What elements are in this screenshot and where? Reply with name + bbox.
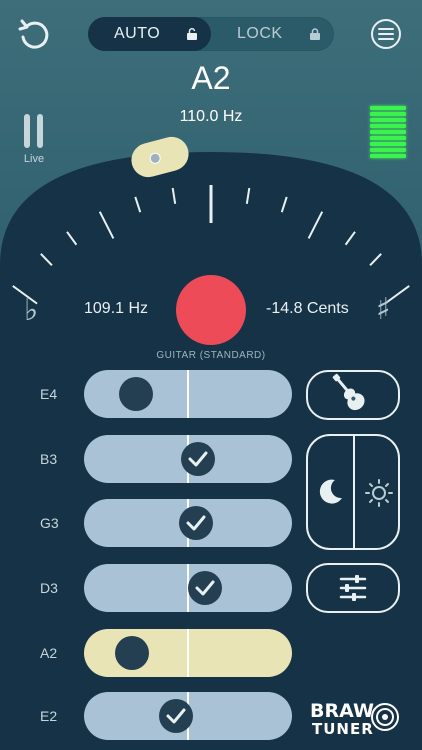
pitch-dot [119,377,153,411]
check-icon [181,442,216,476]
level-meter-bar [370,154,406,158]
dial-tick [280,196,288,213]
lock-icon [310,28,320,40]
pause-button[interactable] [22,112,46,152]
undo-icon [18,19,49,49]
pause-icon [24,114,43,148]
menu-icon [371,19,401,49]
check-icon [158,699,193,733]
level-meter-bar [370,136,406,140]
dial-tick [171,187,177,204]
level-meter-bar [370,118,406,122]
detected-frequency: 109.1 Hz [84,300,149,317]
level-meter-bar [370,124,406,128]
theme-toggle[interactable] [306,434,400,550]
settings-button[interactable] [306,563,400,613]
level-meter [370,106,406,160]
string-label-e4: E4 [40,386,58,402]
theme-divider [353,436,355,548]
mode-auto-label: AUTO [114,25,161,42]
instrument-button[interactable] [306,370,400,420]
sun-icon[interactable] [364,478,394,508]
level-meter-bar [370,142,406,146]
string-center-line [187,370,189,418]
mode-lock-label: LOCK [237,25,283,42]
brand-logo: BRAW TUNER [310,696,400,742]
level-meter-bar [370,106,406,110]
check-icon [187,571,222,605]
target-frequency: 110.0 Hz [179,108,243,125]
mode-toggle: AUTO LOCK [88,17,334,51]
live-label: Live [23,153,45,165]
string-row-e2[interactable] [84,692,292,740]
string-label-a2: A2 [40,645,58,661]
string-center-line [187,629,189,677]
string-row-g3[interactable] [84,499,292,547]
dial-tick [134,196,142,213]
undo-button[interactable] [16,16,52,52]
string-row-e4[interactable] [84,370,292,418]
unlock-icon [187,28,197,40]
menu-button[interactable] [370,18,402,50]
dial-tick [98,211,115,239]
mode-auto-button[interactable]: AUTO [88,17,211,51]
string-label-g3: G3 [40,515,59,531]
dial-tick [344,231,356,246]
level-meter-bar [370,112,406,116]
check-icon [179,506,214,540]
flat-sign: ♭ [24,293,39,328]
dial-tick [307,211,324,239]
brand-line2: TUNER [312,720,374,738]
level-meter-bar [370,148,406,152]
string-row-b3[interactable] [84,435,292,483]
string-row-d3[interactable] [84,564,292,612]
pitch-dot [114,636,149,670]
mode-lock-button[interactable]: LOCK [211,17,334,51]
cents-readout: -14.8 Cents [266,300,349,317]
level-meter-bar [370,130,406,134]
string-label-e2: E2 [40,708,58,724]
record-icon [371,703,399,731]
dial-tick [369,253,382,266]
string-label-d3: D3 [40,580,58,596]
sliders-icon [339,575,367,601]
moon-icon[interactable] [316,476,346,506]
dial-tick [40,253,53,266]
string-row-a2[interactable] [84,629,292,677]
guitar-icon [332,373,365,411]
dial-tick [66,231,78,246]
tuning-indicator [176,275,246,345]
dial-tick [245,187,251,204]
brand-line1: BRAW [310,700,374,722]
note-name: A2 [191,60,231,96]
tuning-name[interactable]: GUITAR (STANDARD) [0,350,422,361]
pitch-knob [131,136,189,178]
string-label-b3: B3 [40,451,58,467]
